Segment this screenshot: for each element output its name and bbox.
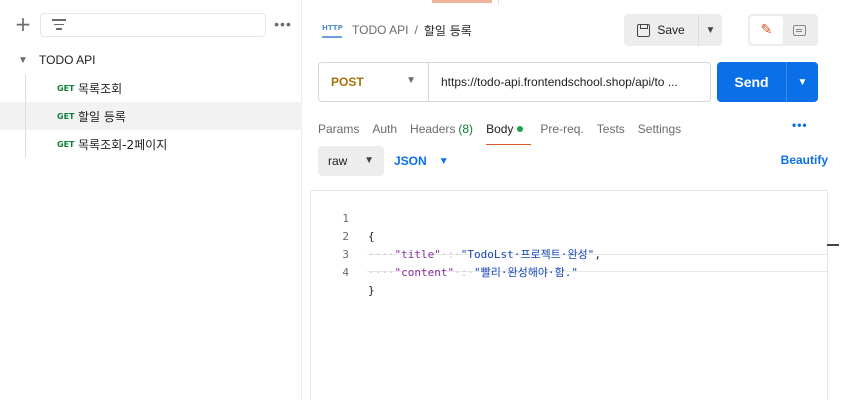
request-name: 할일 등록 — [78, 109, 126, 124]
sidebar: + ••• ▼ TODO API GET 목록조회 GET 할일 등록 GET … — [0, 0, 302, 400]
line-number: 4 — [342, 266, 349, 279]
send-button[interactable]: Send — [717, 62, 786, 102]
edit-view-button[interactable]: ✎ — [750, 16, 783, 44]
code-line: 2 ····"title"·:·"TodoLst·프로젝트·완성", — [311, 210, 827, 261]
save-button[interactable]: Save — [624, 14, 698, 46]
http-icon: HTTP — [322, 22, 343, 38]
url-input[interactable]: https://todo-api.frontendschool.shop/api… — [429, 63, 710, 101]
request-name: 목록조회 — [78, 81, 123, 96]
code-text: } — [368, 284, 375, 297]
tab-headers[interactable]: Headers (8) — [410, 116, 473, 142]
request-item[interactable]: GET 목록조회 — [0, 74, 302, 102]
beautify-button[interactable]: Beautify — [781, 153, 828, 167]
pencil-icon: ✎ — [760, 22, 773, 38]
tab-label: Headers — [410, 122, 456, 136]
method-badge: GET — [57, 139, 75, 149]
json-key: "content" — [394, 266, 455, 279]
code-editor[interactable]: 1 { 2 ····"title"·:·"TodoLst·프로젝트·완성", 3… — [310, 190, 839, 400]
chevron-down-icon: ▼ — [438, 155, 449, 167]
docs-view-button[interactable] — [783, 16, 816, 44]
save-icon — [637, 23, 651, 37]
plus-icon[interactable]: + — [13, 14, 33, 35]
view-toggle: ✎ — [748, 14, 818, 46]
line-code: } — [368, 282, 375, 300]
sidebar-filter-input[interactable] — [40, 13, 266, 37]
request-name: 목록조회-2페이지 — [78, 137, 168, 152]
chevron-down-icon: ▼ — [797, 76, 808, 88]
tab-label: Pre-req. — [540, 122, 584, 136]
method-badge: GET — [57, 111, 75, 121]
breadcrumb-current[interactable]: 할일 등록 — [424, 22, 472, 39]
send-button-group: Send ▼ — [717, 62, 818, 102]
filter-icon — [52, 19, 66, 31]
code-line: 1 { — [311, 192, 827, 243]
language-select[interactable]: JSON ▼ — [394, 146, 449, 176]
headers-count: (8) — [458, 122, 474, 136]
request-pane: HTTP TODO API / 할일 등록 Save ▼ ✎ POST ▼ ht… — [302, 0, 844, 400]
save-label: Save — [657, 23, 685, 37]
chevron-down-icon[interactable]: ▼ — [16, 53, 30, 67]
tab-label: Params — [318, 122, 360, 136]
body-mode-select[interactable]: raw ▼ — [318, 146, 384, 176]
sidebar-toolbar: + ••• — [0, 10, 302, 42]
tab-params[interactable]: Params — [318, 116, 359, 142]
scroll-marker — [827, 244, 839, 246]
request-item[interactable]: GET 목록조회-2페이지 — [0, 130, 302, 158]
method-select[interactable]: POST ▼ — [319, 63, 429, 101]
more-icon[interactable]: ••• — [792, 118, 808, 132]
line-code: ····"content"·:·"빨리·완성해야·함." — [368, 264, 578, 282]
code-line: 3 ····"content"·:·"빨리·완성해야·함." — [311, 228, 827, 279]
separator: ·:· — [454, 266, 474, 279]
tab-label: Body — [486, 122, 514, 136]
comment-icon — [793, 24, 806, 36]
method-badge: GET — [57, 83, 75, 93]
tab-body[interactable]: Body — [486, 116, 532, 145]
url-bar: POST ▼ https://todo-api.frontendschool.s… — [318, 62, 711, 102]
collection-tree: ▼ TODO API GET 목록조회 GET 할일 등록 GET 목록조회-2… — [0, 46, 302, 158]
breadcrumb-separator: / — [414, 23, 418, 37]
more-icon[interactable]: ••• — [274, 15, 292, 35]
body-mode-value: raw — [328, 154, 348, 168]
chevron-down-icon: ▼ — [364, 155, 374, 166]
code-line: 4 } — [311, 246, 827, 297]
chevron-down-icon: ▼ — [406, 75, 416, 86]
tab-auth[interactable]: Auth — [372, 116, 397, 142]
collection-name: TODO API — [39, 53, 96, 67]
whitespace: ···· — [368, 266, 395, 279]
language-value: JSON — [394, 154, 427, 168]
active-tab-indicator — [432, 0, 492, 3]
breadcrumb: HTTP TODO API / 할일 등록 — [322, 17, 472, 43]
save-dropdown-button[interactable]: ▼ — [698, 14, 722, 46]
collection-root[interactable]: ▼ TODO API — [0, 46, 302, 74]
send-dropdown-button[interactable]: ▼ — [786, 62, 818, 102]
tab-tests[interactable]: Tests — [597, 116, 625, 142]
tab-label: Tests — [596, 122, 625, 136]
tree-guide-line — [25, 74, 26, 158]
tab-label: Auth — [372, 122, 398, 136]
request-item-active[interactable]: GET 할일 등록 — [0, 102, 302, 130]
method-value: POST — [331, 75, 364, 89]
json-value: "빨리·완성해야·함." — [473, 266, 578, 279]
tab-settings[interactable]: Settings — [638, 116, 681, 142]
tab-label: Settings — [637, 122, 682, 136]
chevron-down-icon: ▼ — [705, 24, 716, 36]
body-indicator-dot — [517, 126, 524, 132]
tab-separator — [498, 0, 499, 5]
tab-pre-request[interactable]: Pre-req. — [540, 116, 583, 142]
body-options: raw ▼ JSON ▼ Beautify — [318, 146, 828, 176]
request-tabs: Params Auth Headers (8) Body Pre-req. Te… — [318, 116, 694, 145]
breadcrumb-parent[interactable]: TODO API — [352, 23, 408, 37]
save-button-group: Save ▼ — [624, 14, 722, 46]
